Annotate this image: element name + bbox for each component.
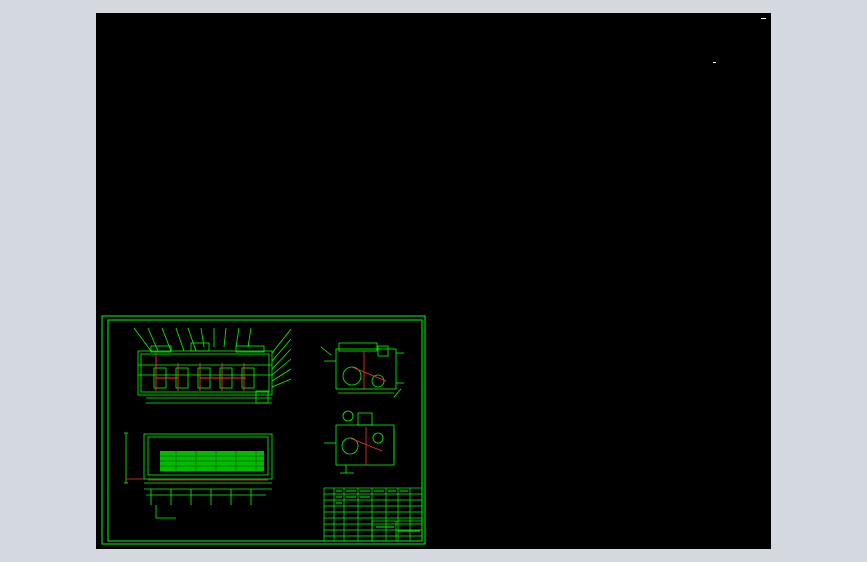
front-view-accents bbox=[155, 353, 246, 391]
front-view bbox=[133, 327, 292, 404]
title-block-text bbox=[336, 490, 420, 532]
cad-drawing bbox=[101, 315, 426, 545]
side-view-upper bbox=[320, 342, 404, 398]
cad-viewport[interactable] bbox=[96, 13, 771, 549]
sheet-inner-border bbox=[107, 319, 423, 542]
plan-view bbox=[124, 432, 273, 519]
title-block bbox=[323, 487, 423, 542]
